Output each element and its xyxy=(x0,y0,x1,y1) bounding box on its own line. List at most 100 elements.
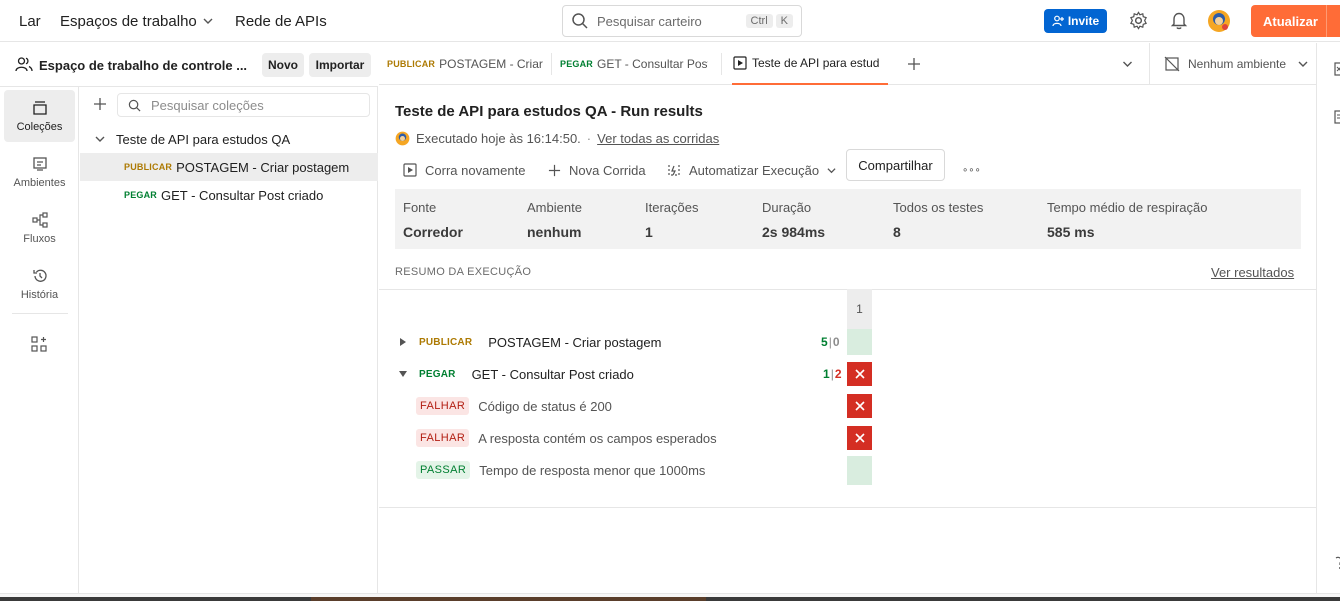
workspace-users-icon xyxy=(15,56,33,72)
left-rail: Coleções Ambientes Fluxos História xyxy=(0,43,79,593)
more-options-icon[interactable]: ∘∘∘ xyxy=(962,154,981,186)
view-results-link[interactable]: Ver resultados xyxy=(1211,265,1294,280)
run-summary-heading: RESUMO DA EXECUÇÃO xyxy=(395,266,532,278)
search-icon xyxy=(572,13,588,29)
run-results-panel: Teste de API para estudos QA - Run resul… xyxy=(379,86,1316,593)
new-run-button[interactable]: Nova Corrida xyxy=(548,154,646,186)
failed-count: 2 xyxy=(834,367,842,381)
test-result-badge: FALHAR xyxy=(416,429,470,447)
result-request-name: GET - Consultar Post criado xyxy=(471,366,634,382)
stat-value: 585 ms xyxy=(1047,224,1095,240)
request-name: GET - Consultar Post criado xyxy=(161,187,324,203)
help-icon[interactable] xyxy=(1335,556,1340,570)
method-badge-get: PEGAR xyxy=(124,190,158,200)
expand-caret-icon[interactable] xyxy=(400,338,406,346)
tab-label: GET - Consultar Post c xyxy=(597,57,708,71)
test-result-badge: FALHAR xyxy=(416,397,470,415)
result-count: 5 | 0 xyxy=(821,326,840,358)
nav-workspaces[interactable]: Espaços de trabalho xyxy=(60,0,213,42)
rail-divider xyxy=(12,313,68,314)
passed-count: 5 xyxy=(821,335,828,349)
automate-run-button[interactable]: Automatizar Execução xyxy=(667,154,836,186)
run-stats: Fonte Corredor Ambiente nenhum Iterações… xyxy=(395,189,1301,249)
method-badge-get: PEGAR xyxy=(419,368,456,380)
workspace-header: Espaço de trabalho de controle ... Novo … xyxy=(0,43,378,87)
documentation-icon[interactable] xyxy=(1334,62,1340,76)
environments-icon xyxy=(32,156,47,171)
stat-value: 1 xyxy=(645,224,653,240)
test-name: Tempo de resposta menor que 1000ms xyxy=(479,462,706,478)
shortcut-key-k: K xyxy=(775,14,793,28)
request-item-get[interactable]: PEGAR GET - Consultar Post criado xyxy=(80,181,378,209)
notifications-bell-icon[interactable] xyxy=(1170,11,1188,30)
stat-value: Corredor xyxy=(403,224,463,240)
tab-bar: PUBLICAR POSTAGEM - Criar PEGAR GET - Co… xyxy=(379,43,1340,85)
iteration-cell-pass[interactable] xyxy=(847,329,872,355)
stat-value: 2s 984ms xyxy=(762,224,826,240)
history-icon xyxy=(32,269,47,282)
plus-icon xyxy=(548,164,561,176)
upgrade-button[interactable]: Atualizar xyxy=(1251,5,1340,37)
result-row-post[interactable]: PUBLICAR POSTAGEM - Criar postagem xyxy=(379,326,839,358)
iteration-cell-fail[interactable] xyxy=(847,394,872,418)
new-tab-icon[interactable] xyxy=(907,57,921,71)
tab-label: POSTAGEM - Criar xyxy=(439,57,543,71)
environment-selector[interactable]: Nenhum ambiente xyxy=(1149,43,1315,85)
upgrade-dropdown-toggle[interactable] xyxy=(1326,5,1340,37)
flows-icon xyxy=(31,211,48,228)
collection-name: Teste de API para estudos QA xyxy=(116,131,291,147)
iteration-cell-pass[interactable] xyxy=(847,456,872,485)
chevron-down-icon xyxy=(1298,61,1308,67)
rail-item-flows[interactable]: Fluxos xyxy=(4,202,75,254)
collapse-caret-icon[interactable] xyxy=(399,371,407,377)
iteration-cell-fail[interactable] xyxy=(847,426,872,450)
close-icon xyxy=(854,433,865,443)
new-button[interactable]: Novo xyxy=(262,53,304,77)
chevron-down-icon xyxy=(203,18,213,24)
collections-icon xyxy=(32,100,47,115)
request-item-post[interactable]: PUBLICAR POSTAGEM - Criar postagem xyxy=(80,153,378,181)
see-all-runs-link[interactable]: Ver todas as corridas xyxy=(597,131,719,146)
import-button[interactable]: Importar xyxy=(309,53,371,77)
search-icon xyxy=(128,99,141,111)
top-bar: Lar Espaços de trabalho Rede de APIs Pes… xyxy=(0,0,1340,42)
collections-search-input[interactable]: Pesquisar coleções xyxy=(117,93,370,117)
add-collection-icon[interactable] xyxy=(93,97,107,111)
iteration-cell-fail[interactable] xyxy=(847,362,872,386)
result-row-get[interactable]: PEGAR GET - Consultar Post criado xyxy=(379,358,839,390)
collection-item[interactable]: Teste de API para estudos QA xyxy=(80,125,378,153)
count-divider: | xyxy=(828,335,832,349)
rail-item-history[interactable]: História xyxy=(4,258,75,310)
nav-home[interactable]: Lar xyxy=(19,0,41,42)
nav-workspaces-label: Espaços de trabalho xyxy=(60,12,197,30)
method-badge-get: PEGAR xyxy=(560,59,594,69)
tab-run-results[interactable]: Teste de API para estud xyxy=(732,43,888,85)
rail-item-collections[interactable]: Coleções xyxy=(4,90,75,142)
play-icon xyxy=(403,163,417,177)
rail-item-environments[interactable]: Ambientes xyxy=(4,146,75,198)
tab-post-request[interactable]: PUBLICAR POSTAGEM - Criar xyxy=(387,43,547,85)
configure-sidebar-icon[interactable] xyxy=(31,336,47,352)
invite-button[interactable]: Invite xyxy=(1044,9,1107,33)
tab-get-request[interactable]: PEGAR GET - Consultar Post c xyxy=(560,43,708,85)
nav-api-network[interactable]: Rede de APIs xyxy=(235,0,327,42)
share-button[interactable]: Compartilhar xyxy=(846,149,945,181)
method-badge-post: PUBLICAR xyxy=(419,336,473,348)
settings-icon[interactable] xyxy=(1129,11,1148,30)
avatar[interactable] xyxy=(1207,9,1231,33)
tab-separator xyxy=(551,53,552,75)
close-icon xyxy=(854,369,865,379)
tab-label: Teste de API para estud xyxy=(752,56,880,70)
result-request-name: POSTAGEM - Criar postagem xyxy=(488,334,662,350)
run-again-button[interactable]: Corra novamente xyxy=(403,154,525,186)
close-icon xyxy=(854,401,865,411)
tab-separator xyxy=(721,53,722,75)
workspace-name[interactable]: Espaço de trabalho de controle ... xyxy=(39,58,247,73)
rail-item-label: História xyxy=(20,288,59,301)
comments-icon[interactable] xyxy=(1334,110,1340,124)
stat-value: 8 xyxy=(893,224,901,240)
global-search-input[interactable]: Pesquisar carteiro Ctrl K xyxy=(562,5,802,37)
tabs-overflow-chevron-icon[interactable] xyxy=(1122,59,1133,69)
runner-icon xyxy=(733,56,747,70)
stat-value: nenhum xyxy=(527,224,582,240)
